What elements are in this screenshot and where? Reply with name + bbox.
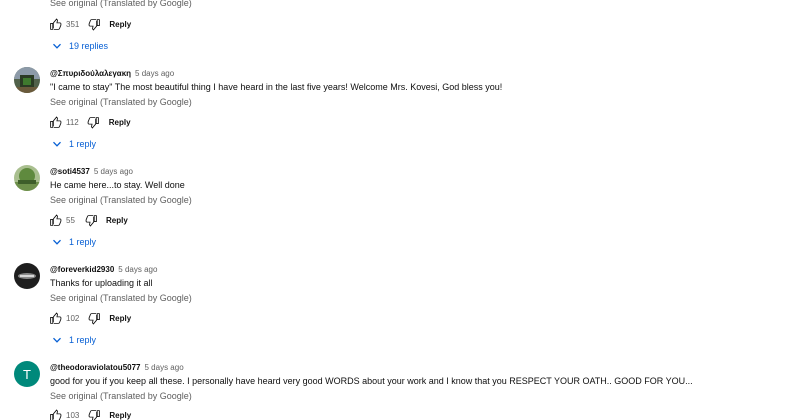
see-original-link[interactable]: See original (Translated by Google) [50,293,192,303]
replies-count-label: 1 reply [69,237,97,247]
comment-text: "I came to stay" The most beautiful thin… [50,82,503,92]
view-replies-button[interactable]: 1 reply [52,138,96,150]
reply-button[interactable]: Reply [109,20,131,29]
thumbs-down-icon[interactable] [87,311,101,325]
comment-meta: @foreverkid2930 5 days ago [50,265,157,274]
comment-author[interactable]: @Σπυριδούλαλεγακη [50,69,131,78]
avatar-letter: T [23,366,31,382]
like-count: 103 [66,410,80,420]
see-original-link[interactable]: See original (Translated by Google) [50,97,192,107]
thumbs-up-icon[interactable] [48,115,62,129]
thumbs-down-icon[interactable] [87,17,101,31]
avatar[interactable]: T [14,361,40,387]
see-original-link[interactable]: See original (Translated by Google) [50,195,192,205]
avatar[interactable] [14,165,40,191]
thumbs-up-icon[interactable] [48,408,62,420]
view-replies-button[interactable]: 1 reply [52,236,96,248]
reply-button[interactable]: Reply [109,314,131,323]
thumbs-up-icon[interactable] [48,311,62,325]
chevron-down-icon [52,237,62,247]
comment-timestamp[interactable]: 5 days ago [118,265,157,274]
comment-action-row: 103 Reply [48,408,131,420]
reply-button[interactable]: Reply [109,411,131,420]
like-count: 112 [66,117,79,127]
comment-action-row: 102 Reply [48,311,131,325]
like-count: 102 [66,313,80,323]
comment-timestamp[interactable]: 5 days ago [145,363,184,372]
thumbs-down-icon[interactable] [87,408,101,420]
avatar[interactable] [14,67,40,93]
comment-meta: @Σπυριδούλαλεγακη 5 days ago [50,69,174,78]
reply-button[interactable]: Reply [106,216,128,225]
comment-timestamp[interactable]: 5 days ago [135,69,174,78]
comment-author[interactable]: @foreverkid2930 [50,265,114,274]
chevron-down-icon [52,139,62,149]
comment-meta: @theodoraviolatou5077 5 days ago [50,363,184,372]
replies-count-label: 19 replies [69,41,109,51]
thumbs-up-icon[interactable] [48,17,62,31]
comment-action-row: 55 Reply [48,213,128,227]
thumbs-down-icon[interactable] [84,213,98,227]
chevron-down-icon [52,41,62,51]
see-original-link[interactable]: See original (Translated by Google) [50,0,192,8]
reply-button[interactable]: Reply [109,118,131,127]
comment-action-row: 112 Reply [48,115,131,129]
thumbs-up-icon[interactable] [48,213,62,227]
view-replies-button[interactable]: 19 replies [52,40,108,52]
replies-count-label: 1 reply [69,335,97,345]
comment-author[interactable]: @soti4537 [50,167,90,176]
comments-section: See original (Translated by Google) 351 … [0,0,800,420]
view-replies-button[interactable]: 1 reply [52,334,96,346]
comment-timestamp[interactable]: 5 days ago [94,167,133,176]
like-count: 55 [66,215,75,225]
comment-text: good for you if you keep all these. I pe… [50,376,693,386]
avatar[interactable] [14,263,40,289]
like-count: 351 [66,19,80,29]
comment-text: He came here...to stay. Well done [50,180,185,190]
comment-text: Thanks for uploading it all [50,278,153,288]
thumbs-down-icon[interactable] [87,115,101,129]
chevron-down-icon [52,335,62,345]
comment-author[interactable]: @theodoraviolatou5077 [50,363,141,372]
comment-meta: @soti4537 5 days ago [50,167,133,176]
see-original-link[interactable]: See original (Translated by Google) [50,391,192,401]
comment-action-row: 351 Reply [48,17,131,31]
replies-count-label: 1 reply [69,139,97,149]
